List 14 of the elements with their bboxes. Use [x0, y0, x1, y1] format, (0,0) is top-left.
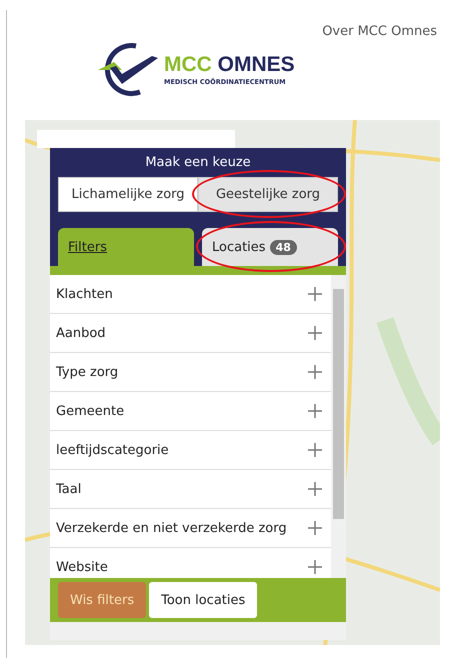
- logo-brand-text: OMNES: [218, 53, 295, 76]
- panel-title: Maak een keuze: [144, 155, 252, 170]
- panel-tab[interactable]: Filters: [58, 228, 194, 266]
- logo-brand-text: MCC: [164, 53, 212, 76]
- count-badge: 48: [270, 240, 297, 254]
- panel-tab[interactable]: Locaties 48: [202, 228, 338, 266]
- care-type-tab[interactable]: Geestelijke zorg: [198, 177, 338, 212]
- horizontal-scrollbar[interactable]: [50, 622, 346, 640]
- vertical-scrollbar[interactable]: [331, 275, 346, 578]
- map-placeholder[interactable]: Maak een keuze Lichamelijke zorg Geestelijke zorg Filters Locaties 48 Klachten Aanbod Type zorg Gemeente leeftijdscategorie Taal Verzekerde en niet verzekerde zorg Website Wis filters Toon locaties: [25, 120, 440, 645]
- show-locations-button[interactable]: Toon locaties: [149, 582, 258, 618]
- map-type-control[interactable]: [37, 130, 235, 148]
- nav-link[interactable]: Over MCC Omnes: [322, 24, 437, 39]
- care-type-tab[interactable]: Lichamelijke zorg: [58, 177, 198, 212]
